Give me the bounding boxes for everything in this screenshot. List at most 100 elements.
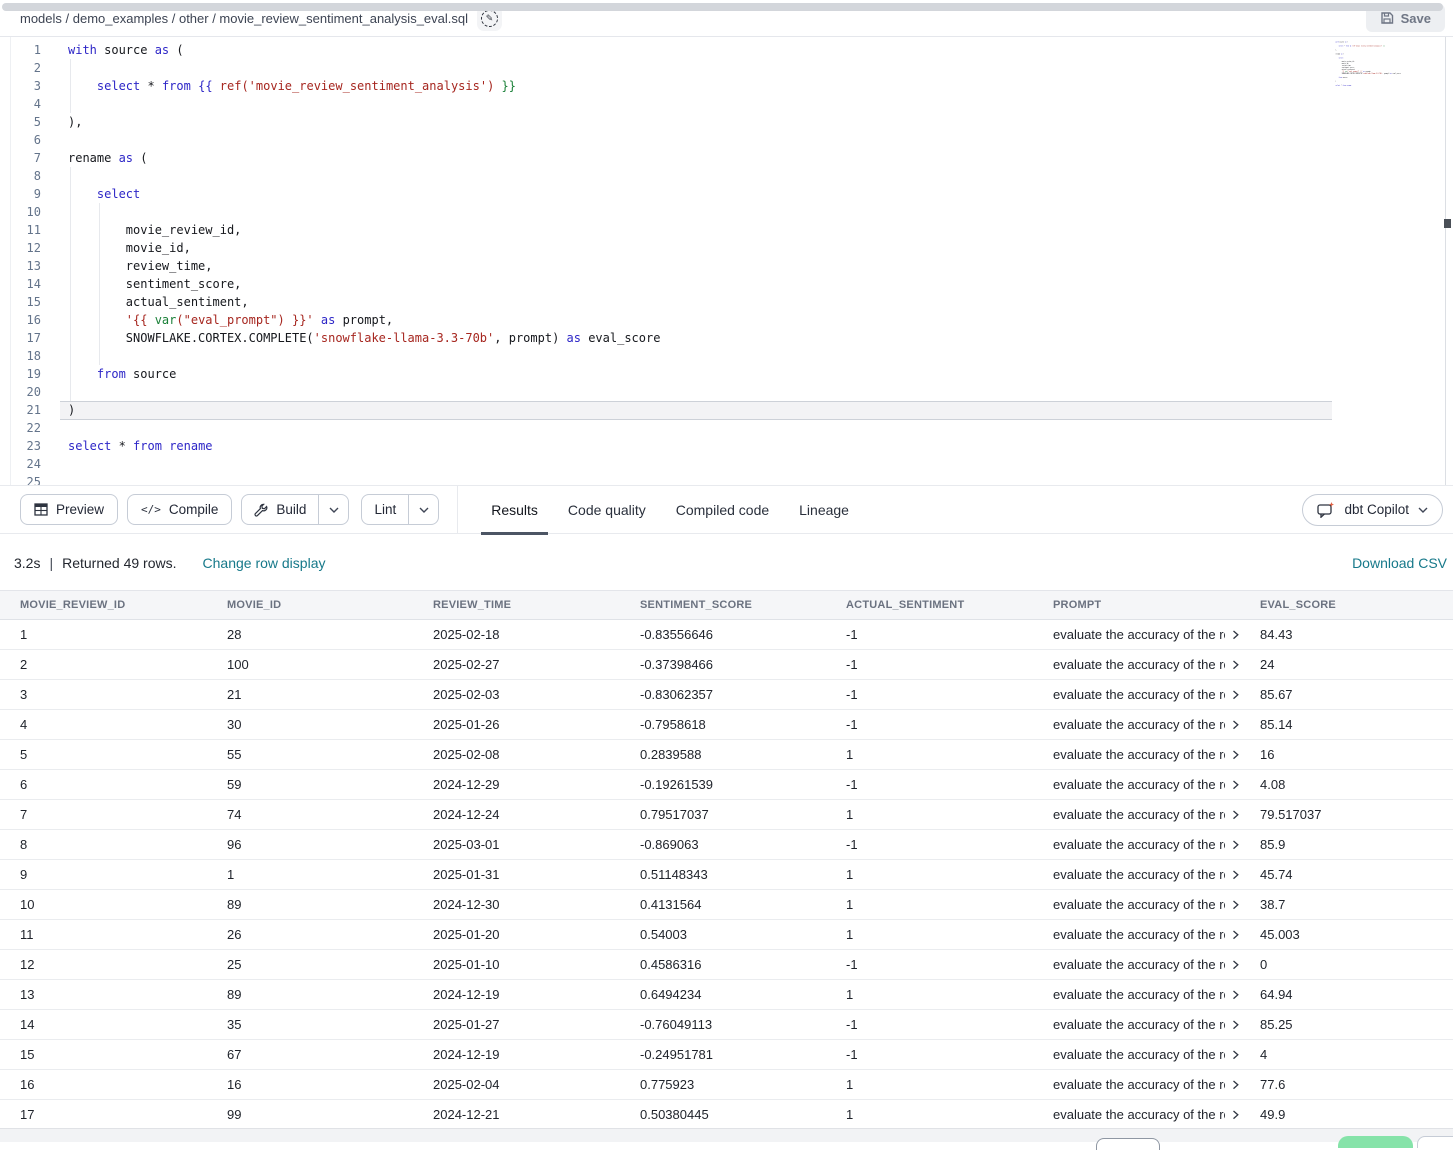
eval-score-cell: 79.517037 — [1240, 807, 1453, 822]
table-row[interactable]: 16162025-02-040.7759231evaluate the accu… — [0, 1070, 1453, 1100]
code-line[interactable]: 6 — [0, 131, 660, 149]
table-row[interactable]: 17992024-12-210.503804451evaluate the ac… — [0, 1100, 1453, 1130]
tab-lineage[interactable]: Lineage — [789, 485, 859, 534]
floppy-disk-icon — [1380, 11, 1394, 25]
prompt-cell: evaluate the accuracy of the res… — [1033, 627, 1240, 642]
preview-button[interactable]: Preview — [20, 494, 118, 525]
table-cell: 1 — [826, 747, 1033, 762]
code-line[interactable]: 4 — [0, 95, 660, 113]
code-line[interactable]: 13 review_time, — [0, 257, 660, 275]
table-row[interactable]: 14352025-01-27-0.76049113-1evaluate the … — [0, 1010, 1453, 1040]
code-line[interactable]: 19 from source — [0, 365, 660, 383]
expand-cell-chevron-icon[interactable] — [1232, 690, 1240, 700]
code-line[interactable]: 18 — [0, 347, 660, 365]
eval-score-cell: 24 — [1240, 657, 1453, 672]
partial-green-button[interactable] — [1338, 1136, 1413, 1148]
code-line[interactable]: 17 SNOWFLAKE.CORTEX.COMPLETE('snowflake-… — [0, 329, 660, 347]
horizontal-scrollbar-thumb[interactable] — [2, 3, 1443, 11]
editor-scrollbar-track[interactable] — [1445, 37, 1446, 485]
expand-cell-chevron-icon[interactable] — [1232, 810, 1240, 820]
table-row[interactable]: 1282025-02-18-0.83556646-1evaluate the a… — [0, 620, 1453, 650]
code-line[interactable]: 2 — [0, 59, 660, 77]
table-row[interactable]: 15672024-12-19-0.24951781-1evaluate the … — [0, 1040, 1453, 1070]
code-line[interactable]: 8 — [0, 167, 660, 185]
tab-results[interactable]: Results — [481, 485, 548, 534]
code-line[interactable]: 11 movie_review_id, — [0, 221, 660, 239]
expand-cell-chevron-icon[interactable] — [1232, 750, 1240, 760]
table-row[interactable]: 6592024-12-29-0.19261539-1evaluate the a… — [0, 770, 1453, 800]
table-row[interactable]: 12252025-01-100.4586316-1evaluate the ac… — [0, 950, 1453, 980]
code-line[interactable]: 21) — [0, 401, 660, 419]
table-cell: 1 — [826, 987, 1033, 1002]
code-brackets-icon: </> — [141, 503, 161, 516]
expand-cell-chevron-icon[interactable] — [1232, 720, 1240, 730]
change-row-display-link[interactable]: Change row display — [203, 555, 326, 571]
table-row[interactable]: 7742024-12-240.795170371evaluate the acc… — [0, 800, 1453, 830]
expand-cell-chevron-icon[interactable] — [1232, 870, 1240, 880]
table-row[interactable]: 3212025-02-03-0.83062357-1evaluate the a… — [0, 680, 1453, 710]
results-status-bar: 3.2s | Returned 49 rows. Change row disp… — [0, 535, 1453, 590]
table-row[interactable]: 5552025-02-080.28395881evaluate the accu… — [0, 740, 1453, 770]
code-editor[interactable]: 1with source as (23 select * from {{ ref… — [0, 37, 1453, 485]
expand-cell-chevron-icon[interactable] — [1232, 1050, 1240, 1060]
expand-cell-chevron-icon[interactable] — [1232, 660, 1240, 670]
lint-dropdown-chevron[interactable] — [408, 495, 438, 524]
horizontal-scrollbar-track[interactable] — [0, 1128, 1453, 1142]
table-row[interactable]: 13892024-12-190.64942341evaluate the acc… — [0, 980, 1453, 1010]
build-button[interactable]: Build — [242, 495, 318, 524]
breadcrumb-text: models / demo_examples / other / movie_r… — [20, 11, 468, 26]
line-number: 4 — [0, 95, 41, 113]
expand-cell-chevron-icon[interactable] — [1232, 840, 1240, 850]
expand-cell-chevron-icon[interactable] — [1232, 960, 1240, 970]
code-line[interactable]: 20 — [0, 383, 660, 401]
table-row[interactable]: 8962025-03-01-0.869063-1evaluate the acc… — [0, 830, 1453, 860]
eval-score-cell: 0 — [1240, 957, 1453, 972]
expand-cell-chevron-icon[interactable] — [1232, 630, 1240, 640]
prompt-text: evaluate the accuracy of the res… — [1053, 867, 1225, 882]
expand-cell-chevron-icon[interactable] — [1232, 1080, 1240, 1090]
partial-bottom-button[interactable] — [1417, 1136, 1453, 1148]
build-dropdown-chevron[interactable] — [318, 495, 348, 524]
code-line[interactable]: 23select * from rename — [0, 437, 660, 455]
table-cell: 89 — [207, 897, 413, 912]
table-cell: -0.83556646 — [620, 627, 826, 642]
expand-cell-chevron-icon[interactable] — [1232, 1020, 1240, 1030]
code-line[interactable]: 12 movie_id, — [0, 239, 660, 257]
query-duration: 3.2s — [14, 555, 40, 571]
code-line[interactable]: 16 '{{ var("eval_prompt") }}' as prompt, — [0, 311, 660, 329]
tab-compiled-code[interactable]: Compiled code — [666, 485, 779, 534]
code-line[interactable]: 25 — [0, 473, 660, 485]
code-line[interactable]: 3 select * from {{ ref('movie_review_sen… — [0, 77, 660, 95]
table-row[interactable]: 21002025-02-27-0.37398466-1evaluate the … — [0, 650, 1453, 680]
expand-cell-chevron-icon[interactable] — [1232, 1110, 1240, 1120]
column-header: MOVIE_REVIEW_ID — [0, 599, 207, 611]
table-row[interactable]: 11262025-01-200.540031evaluate the accur… — [0, 920, 1453, 950]
code-line[interactable]: 22 — [0, 419, 660, 437]
code-line[interactable]: 1with source as ( — [0, 41, 660, 59]
code-line[interactable]: 5), — [0, 113, 660, 131]
lint-button[interactable]: Lint — [362, 495, 408, 524]
code-line[interactable]: 7rename as ( — [0, 149, 660, 167]
code-lines[interactable]: 1with source as (23 select * from {{ ref… — [0, 41, 660, 485]
table-row[interactable]: 10892024-12-300.41315641evaluate the acc… — [0, 890, 1453, 920]
download-csv-link[interactable]: Download CSV — [1352, 555, 1447, 571]
table-cell: 0.54003 — [620, 927, 826, 942]
table-row[interactable]: 912025-01-310.511483431evaluate the accu… — [0, 860, 1453, 890]
table-row[interactable]: 4302025-01-26-0.7958618-1evaluate the ac… — [0, 710, 1453, 740]
expand-cell-chevron-icon[interactable] — [1232, 780, 1240, 790]
code-line[interactable]: 14 sentiment_score, — [0, 275, 660, 293]
code-line[interactable]: 24 — [0, 455, 660, 473]
editor-scrollbar-thumb[interactable] — [1444, 219, 1451, 228]
code-line[interactable]: 9 select — [0, 185, 660, 203]
tab-code-quality[interactable]: Code quality — [558, 485, 656, 534]
code-line[interactable]: 10 — [0, 203, 660, 221]
expand-cell-chevron-icon[interactable] — [1232, 990, 1240, 1000]
expand-cell-chevron-icon[interactable] — [1232, 930, 1240, 940]
code-line[interactable]: 15 actual_sentiment, — [0, 293, 660, 311]
partial-bottom-button[interactable] — [1096, 1138, 1160, 1150]
dbt-copilot-button[interactable]: dbt Copilot — [1302, 494, 1443, 526]
compile-button[interactable]: </> Compile — [127, 494, 232, 525]
minimap[interactable]: with source as ( select * from {{ ref('m… — [1335, 41, 1443, 127]
expand-cell-chevron-icon[interactable] — [1232, 900, 1240, 910]
table-cell: -0.24951781 — [620, 1047, 826, 1062]
